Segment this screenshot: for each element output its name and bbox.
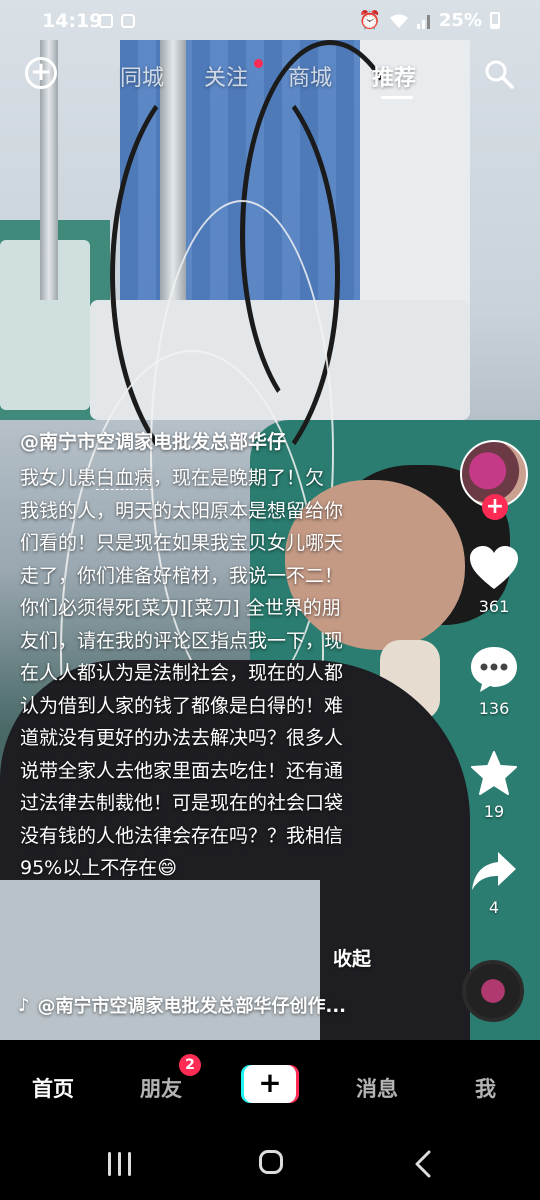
share-arrow-icon: [472, 852, 516, 890]
tab-following[interactable]: 关注: [204, 60, 248, 92]
live-add-icon[interactable]: +: [25, 57, 57, 89]
caption-line: 95%以上不存在😄: [20, 857, 178, 879]
caption-line: 走了，你们准备好棺材，我说一不二！: [20, 564, 344, 587]
caption-line: 我女儿患白血病，现在是晚期了！欠: [20, 462, 390, 495]
comment-icon: [471, 647, 517, 692]
friends-badge: 2: [179, 1054, 201, 1076]
music-title: @南宁市空调家电批发总部华仔创作...: [37, 996, 347, 1017]
star-icon: [471, 751, 517, 795]
nav-friends[interactable]: 朋友: [140, 1073, 182, 1103]
search-icon[interactable]: [484, 59, 514, 89]
tab-mall[interactable]: 商城: [288, 60, 332, 92]
music-disc-icon[interactable]: [462, 960, 524, 1022]
caption-line: 没有钱的人他法律会存在吗？？我相信: [20, 824, 344, 847]
create-button[interactable]: +: [241, 1065, 299, 1103]
recent-apps-icon[interactable]: [108, 1152, 134, 1176]
caption-line: 在人人都认为是法制社会，现在的人都: [20, 662, 344, 684]
status-time: 14:19: [42, 10, 103, 32]
music-row[interactable]: ♪ @南宁市空调家电批发总部华仔创作...: [18, 992, 388, 1018]
alarm-icon: ⏰: [358, 10, 381, 31]
caption-line: 我钱的人，明天的太阳原本是想留给你: [20, 499, 344, 522]
tab-nearby[interactable]: 同城: [120, 60, 164, 92]
like-count: 361: [478, 597, 510, 616]
nav-home[interactable]: 首页: [32, 1073, 74, 1103]
following-dot: [254, 59, 263, 68]
battery-icon: [490, 12, 500, 29]
nav-messages[interactable]: 消息: [356, 1073, 398, 1103]
system-nav-bar: [0, 1130, 540, 1200]
caption-line: 认为借到人家的钱了都像是白得的！难: [20, 694, 344, 717]
signal-icon: [416, 14, 430, 29]
caption-line-0b: ，现在是晚期了！欠: [153, 467, 325, 489]
comment-button[interactable]: 136: [460, 645, 528, 718]
music-note-icon: ♪: [18, 994, 30, 1016]
battery-percent: 25%: [438, 10, 482, 31]
top-nav: + 同城 关注 商城 推荐: [0, 52, 540, 100]
heart-icon: [470, 546, 518, 589]
create-plus-icon: +: [244, 1065, 296, 1103]
caption-line: 说带全家人去他家里面去吃住！还有通: [20, 759, 344, 782]
author-name[interactable]: @南宁市空调家电批发总部华仔: [20, 427, 286, 454]
favorite-count: 19: [483, 802, 505, 821]
caption-line: 你们必须得死[菜刀][菜刀] 全世界的朋: [20, 597, 341, 619]
wifi-icon: [389, 13, 408, 28]
video-caption[interactable]: 我女儿患白血病，现在是晚期了！欠 我钱的人，明天的太阳原本是想留给你 们看的！只…: [20, 462, 390, 885]
tab-recommend[interactable]: 推荐: [372, 60, 416, 92]
favorite-button[interactable]: 19: [460, 750, 528, 821]
home-icon[interactable]: [259, 1150, 283, 1174]
back-icon[interactable]: [414, 1150, 432, 1178]
status-bar: 14:19 ⏰ 25%: [0, 0, 540, 40]
caption-hashtag-link[interactable]: 白血病: [96, 467, 154, 490]
caption-line: 们看的！只是现在如果我宝贝女儿哪天: [20, 532, 344, 554]
gallery-notification-icon: [99, 14, 113, 28]
like-button[interactable]: 361: [460, 545, 528, 616]
follow-button[interactable]: +: [482, 494, 508, 520]
nav-me[interactable]: 我: [475, 1073, 496, 1103]
caption-line: 道就没有更好的办法去解决吗？很多人: [20, 727, 344, 749]
caption-line: 过法律去制裁他！可是现在的社会口袋: [20, 792, 344, 814]
bottom-nav: 首页 朋友 2 + 消息 我: [0, 1040, 540, 1130]
app-notification-icon: [121, 14, 135, 28]
comment-count: 136: [478, 699, 510, 718]
share-button[interactable]: 4: [460, 850, 528, 917]
share-count: 4: [488, 898, 500, 917]
active-tab-indicator: [381, 96, 413, 99]
caption-line-0a: 我女儿患: [20, 467, 97, 489]
caption-line: 友们，请在我的评论区指点我一下，现: [20, 629, 344, 652]
status-right: ⏰ 25%: [358, 10, 500, 31]
collapse-caption-button[interactable]: 收起: [333, 944, 371, 971]
